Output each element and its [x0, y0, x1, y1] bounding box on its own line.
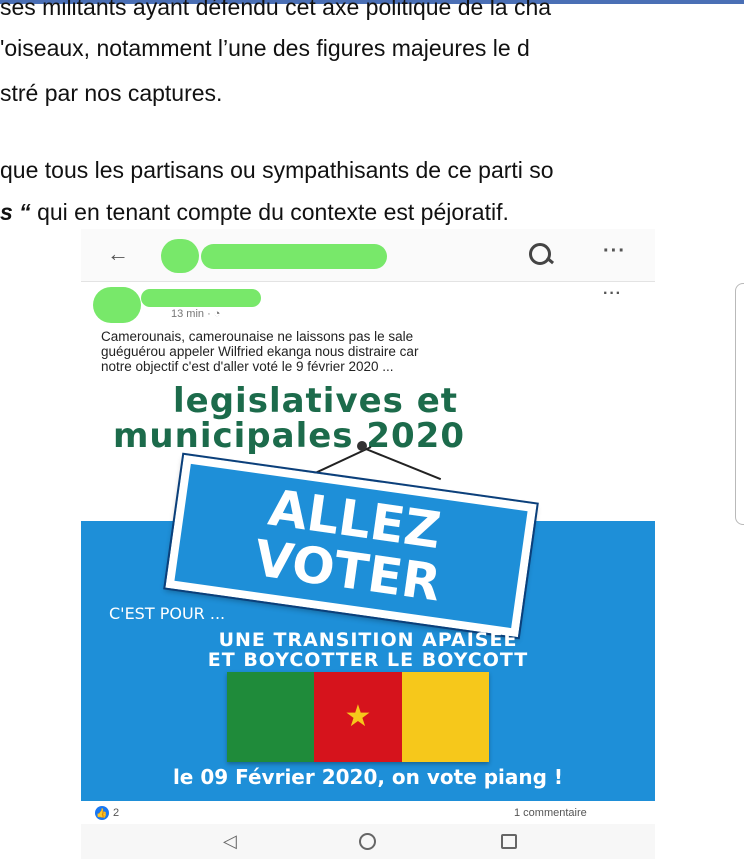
- like-count: 2: [113, 807, 120, 819]
- article-line-rest: qui en tenant compte du contexte est péj…: [30, 199, 509, 225]
- more-options-icon[interactable]: ···: [603, 240, 626, 263]
- nav-recents-icon[interactable]: [501, 834, 517, 849]
- back-arrow-icon[interactable]: ←: [107, 241, 129, 267]
- android-nav-bar: ◁: [81, 824, 655, 859]
- reaction-count[interactable]: 👍 2: [95, 806, 119, 820]
- poster-intro: C'EST POUR ...: [109, 604, 226, 623]
- nav-back-icon[interactable]: ◁: [223, 831, 237, 852]
- comment-count[interactable]: 1 commentaire: [514, 807, 587, 819]
- quoted-word: s “: [0, 199, 31, 225]
- like-icon: 👍: [95, 806, 109, 820]
- article-line: ses militants ayant défendu cet axe poli…: [0, 0, 552, 20]
- side-panel-edge: [735, 283, 744, 525]
- post-caption: Camerounais, camerounaise ne laissons pa…: [101, 329, 621, 374]
- article-line: que tous les partisans ou sympathisants …: [0, 157, 554, 183]
- redacted-author-name: [141, 289, 261, 307]
- cameroon-flag: ★: [227, 672, 489, 762]
- article-line: 'oiseaux, notamment l’une des figures ma…: [0, 35, 530, 61]
- redacted-author-avatar: [93, 287, 141, 323]
- post-timestamp: 13 min · ◔: [171, 308, 221, 320]
- redacted-avatar: [161, 239, 199, 273]
- article-line: s “ qui en tenant compte du contexte est…: [0, 199, 509, 226]
- nav-home-icon[interactable]: [359, 833, 376, 850]
- poster-slogan: UNE TRANSITION APAISÉE: [218, 629, 518, 651]
- campaign-poster-image[interactable]: legislatives et municipales 2020 ALLEZ V…: [81, 376, 655, 801]
- flag-red-stripe: ★: [314, 672, 402, 762]
- flag-yellow-stripe: [401, 672, 489, 762]
- poster-date: le 09 Février 2020, on vote piang !: [172, 765, 564, 789]
- flag-green-stripe: [227, 672, 315, 762]
- poster-slogan: ET BOYCOTTER LE BOYCOTT: [207, 649, 529, 671]
- poster-title-line: municipales 2020: [113, 416, 465, 456]
- post-header-bar: ← ···: [81, 229, 655, 282]
- search-icon[interactable]: [529, 243, 551, 265]
- post-caption-line: Camerounais, camerounaise ne laissons pa…: [101, 329, 414, 344]
- facebook-post-screenshot: ← ··· 13 min · ◔ ··· Camerounais, camero…: [81, 229, 655, 859]
- globe-icon: ◔: [213, 308, 221, 320]
- star-icon: ★: [344, 699, 372, 733]
- post-caption-line: guéguérou appeler Wilfried ekanga nous d…: [101, 344, 419, 359]
- poster-title-line: legislatives et: [173, 381, 459, 421]
- nail-icon: [357, 441, 367, 451]
- post-caption-line: notre objectif c'est d'aller voté le 9 f…: [101, 359, 394, 374]
- article-line: stré par nos captures.: [0, 80, 223, 106]
- redacted-page-name: [201, 244, 387, 269]
- post-menu-icon[interactable]: ···: [603, 285, 622, 303]
